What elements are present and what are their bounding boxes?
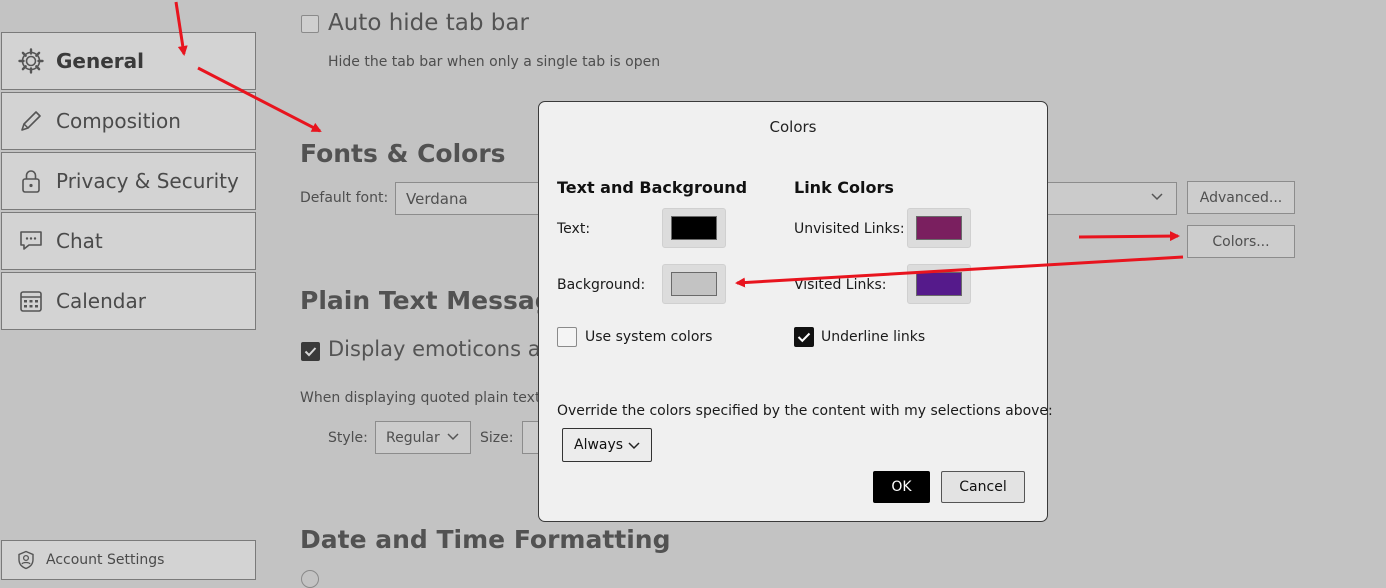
sidebar-item-label: Chat: [56, 229, 103, 253]
text-color-label: Text:: [557, 221, 591, 237]
default-font-label: Default font:: [300, 190, 389, 206]
text-color-picker[interactable]: [662, 208, 726, 248]
sidebar-item-privacy-security[interactable]: Privacy & Security: [1, 152, 256, 210]
background-color-swatch: [671, 272, 717, 296]
override-colors-value: Always: [574, 437, 624, 453]
chevron-down-icon: [1150, 189, 1164, 207]
display-emoticons-label: Display emoticons as: [328, 337, 552, 361]
style-select[interactable]: Regular: [375, 421, 471, 454]
sidebar-item-label: Calendar: [56, 289, 146, 313]
account-settings-button[interactable]: Account Settings: [1, 540, 256, 580]
plain-text-heading: Plain Text Message: [300, 286, 570, 315]
ok-button[interactable]: OK: [873, 471, 930, 503]
visited-links-swatch: [916, 272, 962, 296]
checkmark-icon: [797, 332, 811, 343]
auto-hide-tab-bar-label: Auto hide tab bar: [328, 10, 529, 36]
sidebar-item-label: Privacy & Security: [56, 169, 239, 193]
sidebar-item-calendar[interactable]: Calendar: [1, 272, 256, 330]
quoted-text-label: When displaying quoted plain text m: [300, 390, 559, 406]
background-color-label: Background:: [557, 277, 646, 293]
calendar-icon: [16, 286, 46, 316]
visited-links-color-picker[interactable]: [907, 264, 971, 304]
chat-icon: [16, 226, 46, 256]
override-colors-label: Override the colors specified by the con…: [557, 403, 1053, 419]
sidebar-item-composition[interactable]: Composition: [1, 92, 256, 150]
unvisited-links-swatch: [916, 216, 962, 240]
default-font-value: Verdana: [406, 189, 468, 208]
fonts-colors-heading: Fonts & Colors: [300, 139, 506, 168]
cancel-button[interactable]: Cancel: [941, 471, 1025, 503]
visited-links-label: Visited Links:: [794, 277, 887, 293]
pencil-icon: [16, 106, 46, 136]
underline-links-label: Underline links: [821, 329, 926, 345]
sidebar-item-chat[interactable]: Chat: [1, 212, 256, 270]
auto-hide-description: Hide the tab bar when only a single tab …: [328, 54, 661, 70]
text-background-heading: Text and Background: [557, 178, 748, 197]
style-label: Style:: [328, 430, 368, 446]
chevron-down-icon: [446, 429, 460, 447]
gear-icon: [16, 46, 46, 76]
colors-dialog: Colors Text and Background Link Colors T…: [538, 101, 1053, 522]
account-settings-label: Account Settings: [46, 552, 165, 568]
date-time-heading: Date and Time Formatting: [300, 525, 671, 554]
background-color-picker[interactable]: [662, 264, 726, 304]
use-system-colors-checkbox[interactable]: [557, 327, 577, 347]
annotation-arrow: [1078, 231, 1180, 242]
sidebar-item-general[interactable]: General: [1, 32, 256, 90]
sidebar-item-label: Composition: [56, 109, 181, 133]
checkmark-icon: [304, 347, 317, 357]
sidebar-item-label: General: [56, 49, 144, 73]
style-value: Regular: [386, 429, 440, 446]
size-label: Size:: [480, 430, 514, 446]
unvisited-links-color-picker[interactable]: [907, 208, 971, 248]
account-icon: [16, 550, 36, 570]
override-colors-select[interactable]: Always: [562, 428, 652, 462]
chevron-down-icon: [627, 438, 641, 456]
colors-button[interactable]: Colors...: [1187, 225, 1295, 258]
auto-hide-tab-bar-checkbox[interactable]: [301, 15, 319, 33]
text-color-swatch: [671, 216, 717, 240]
underline-links-checkbox[interactable]: [794, 327, 814, 347]
use-system-colors-label: Use system colors: [585, 329, 713, 345]
dialog-title: Colors: [769, 118, 817, 136]
advanced-button[interactable]: Advanced...: [1187, 181, 1295, 214]
unvisited-links-label: Unvisited Links:: [794, 221, 905, 237]
display-emoticons-checkbox[interactable]: [301, 342, 320, 361]
link-colors-heading: Link Colors: [794, 178, 894, 197]
date-format-radio[interactable]: [301, 570, 319, 588]
lock-icon: [16, 166, 46, 196]
